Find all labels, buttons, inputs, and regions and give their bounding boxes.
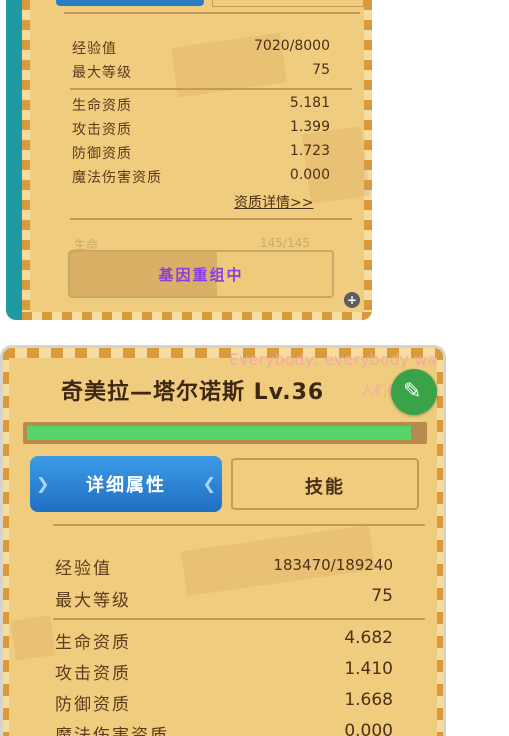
pet-panel-top: 经验值 7020/8000 最大等级 75 生命资质 5.181 攻击资质 1.… [6, 0, 372, 320]
defense-aptitude-value: 1.723 [289, 143, 330, 159]
exp-label: 经验值 [72, 41, 117, 57]
exp-value: 7020/8000 [254, 38, 330, 54]
defense-aptitude-value: 1.668 [344, 690, 393, 710]
attack-aptitude-value: 1.410 [344, 659, 393, 679]
gene-recombine-button[interactable]: 基因重组中 [68, 250, 334, 298]
tab-skills-partial[interactable] [212, 0, 364, 7]
chevron-left-icon: ❮ [202, 474, 216, 493]
tab-skills[interactable]: 技能 [231, 458, 419, 510]
defense-aptitude-label: 防御资质 [55, 695, 131, 715]
hp-aptitude-label: 生命资质 [55, 633, 131, 653]
defense-aptitude-label: 防御资质 [72, 146, 132, 162]
background-texture [10, 615, 56, 661]
edit-button[interactable]: ✎ [391, 369, 437, 415]
tab-label: 技能 [305, 477, 345, 498]
max-level-value: 75 [312, 62, 330, 78]
aptitude-detail-link[interactable]: 资质详情>> [234, 192, 313, 212]
divider [70, 218, 352, 220]
divider [53, 618, 425, 620]
gene-recombine-label: 基因重组中 [158, 266, 244, 284]
exp-label: 经验值 [55, 559, 112, 579]
divider [64, 12, 360, 14]
pet-name-level: 奇美拉—塔尔诺斯 Lv.36 [61, 380, 325, 405]
hp-aptitude-value: 4.682 [344, 628, 393, 648]
attack-aptitude-label: 攻击资质 [72, 122, 132, 138]
divider [70, 88, 352, 90]
magic-damage-aptitude-label: 魔法伤害资质 [55, 726, 169, 736]
exp-value: 183470/189240 [273, 556, 393, 574]
attack-aptitude-value: 1.399 [289, 119, 330, 135]
panel-border-left [22, 0, 30, 320]
hp-bar-fill [27, 426, 411, 440]
magic-damage-aptitude-value: 0.000 [289, 167, 330, 183]
attack-aptitude-label: 攻击资质 [55, 664, 131, 684]
hp-aptitude-value: 5.181 [289, 95, 330, 111]
pencil-icon: ✎ [403, 379, 422, 404]
max-level-label: 最大等级 [55, 591, 131, 611]
hp-aptitude-label: 生命资质 [72, 98, 132, 114]
tab-attributes-partial[interactable] [56, 0, 204, 6]
divider [53, 524, 425, 526]
tab-label: 详细属性 [86, 475, 166, 496]
side-strip [6, 0, 22, 320]
panel-border-bottom [22, 312, 372, 320]
panel-border-right [437, 348, 443, 736]
pet-panel-bottom: Everybody, everybody wa 奇美拉—塔尔诺斯 Lv.36 人… [0, 345, 446, 736]
panel-border-left [3, 348, 9, 736]
max-level-label: 最大等级 [72, 65, 132, 81]
max-level-value: 75 [371, 586, 393, 606]
tab-detailed-attributes[interactable]: ❯ 详细属性 ❮ [30, 456, 222, 512]
hp-bar [23, 422, 427, 444]
lyric-overlay-line1: Everybody, everybody wa [229, 350, 437, 369]
magic-damage-aptitude-value: 0.000 [344, 721, 393, 736]
hp-value-faded: 145/145 [260, 236, 310, 250]
zoom-in-icon[interactable]: + [344, 292, 360, 308]
magic-damage-aptitude-label: 魔法伤害资质 [72, 170, 162, 186]
